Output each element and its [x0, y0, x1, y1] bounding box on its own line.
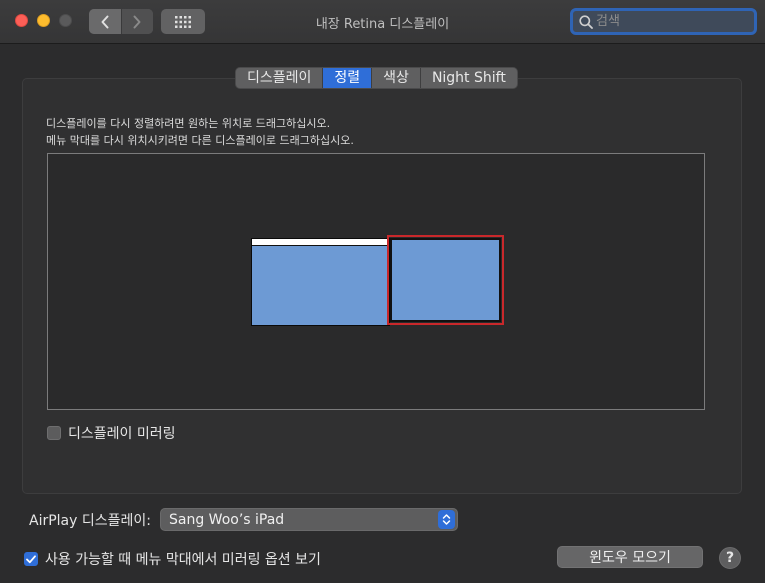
updown-arrows-icon: [438, 510, 455, 529]
search-icon: [579, 14, 593, 29]
main-display-thumbnail[interactable]: [251, 238, 390, 326]
arrangement-instructions: 디스플레이를 다시 정렬하려면 원하는 위치로 드래그하십시오. 메뉴 막대를 …: [46, 115, 354, 149]
forward-button[interactable]: [121, 9, 153, 34]
show-mirroring-options-label: 사용 가능할 때 메뉴 막대에서 미러링 옵션 보기: [45, 552, 321, 568]
show-mirroring-options-checkbox[interactable]: [24, 552, 38, 566]
tab-color[interactable]: 색상: [372, 68, 421, 88]
mirror-displays-label: 디스플레이 미러링: [68, 426, 176, 442]
zoom-window-button[interactable]: [59, 14, 72, 27]
tab-night-shift[interactable]: Night Shift: [420, 68, 517, 88]
search-field[interactable]: [570, 8, 757, 35]
preferences-window: 내장 Retina 디스플레이 디스플레이 정렬 색상 Night Shift …: [0, 0, 765, 583]
show-mirroring-options-row[interactable]: 사용 가능할 때 메뉴 막대에서 미러링 옵션 보기: [24, 549, 321, 569]
close-window-button[interactable]: [15, 14, 28, 27]
grid-icon: [175, 15, 191, 28]
title-bar: 내장 Retina 디스플레이: [0, 0, 765, 44]
secondary-display-thumbnail[interactable]: [390, 238, 501, 322]
tab-arrangement[interactable]: 정렬: [323, 68, 373, 88]
mirror-displays-checkbox[interactable]: [47, 426, 61, 440]
tab-display[interactable]: 디스플레이: [236, 68, 324, 88]
search-input[interactable]: [593, 13, 748, 30]
instruction-line-2: 메뉴 막대를 다시 위치시키려면 다른 디스플레이로 드래그하십시오.: [46, 134, 354, 147]
airplay-display-select[interactable]: Sang Woo’s iPad: [160, 508, 458, 531]
gather-windows-button[interactable]: 윈도우 모으기: [557, 546, 703, 568]
display-arrangement-area: [47, 153, 705, 410]
minimize-window-button[interactable]: [37, 14, 50, 27]
menu-bar-indicator[interactable]: [252, 239, 389, 246]
chevron-left-icon: [101, 15, 109, 28]
checkmark-icon: [26, 554, 36, 563]
back-button[interactable]: [89, 9, 122, 34]
airplay-selected-value: Sang Woo’s iPad: [169, 511, 285, 528]
tab-bar: 디스플레이 정렬 색상 Night Shift: [235, 67, 518, 89]
help-button[interactable]: ?: [719, 547, 741, 569]
airplay-display-label: AirPlay 디스플레이:: [29, 513, 151, 529]
chevron-right-icon: [133, 15, 141, 28]
navigation-group: [89, 9, 153, 34]
mirror-displays-row[interactable]: 디스플레이 미러링: [47, 423, 176, 443]
instruction-line-1: 디스플레이를 다시 정렬하려면 원하는 위치로 드래그하십시오.: [46, 117, 331, 130]
show-all-button[interactable]: [161, 9, 205, 34]
